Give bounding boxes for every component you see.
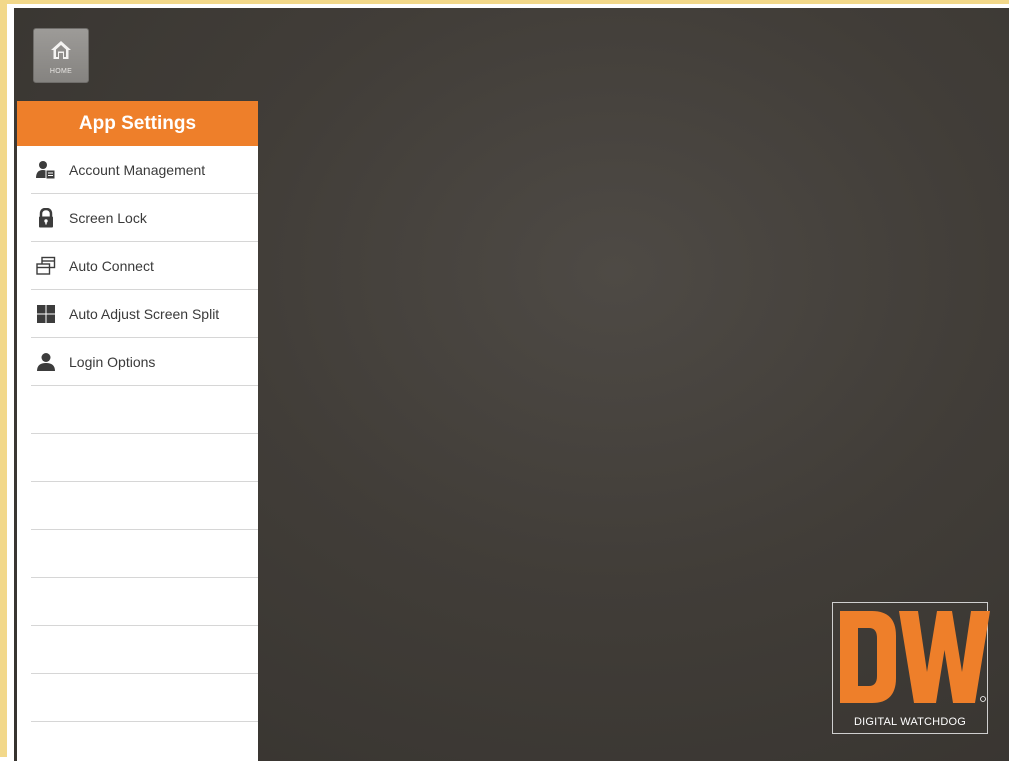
menu-item-label: Login Options bbox=[69, 354, 156, 370]
panel-title: App Settings bbox=[17, 101, 258, 146]
auto-connect-icon bbox=[36, 256, 56, 275]
empty-row bbox=[31, 482, 258, 530]
settings-menu: Account Management Screen Lock Auto Conn… bbox=[17, 146, 258, 386]
app-settings-panel: App Settings Account Management Screen L… bbox=[17, 101, 258, 761]
menu-item-login-options[interactable]: Login Options bbox=[31, 338, 258, 386]
logo-text: DIGITAL WATCHDOG bbox=[854, 716, 966, 728]
lock-icon bbox=[39, 208, 53, 228]
empty-row bbox=[31, 530, 258, 578]
home-button[interactable]: HOME bbox=[33, 28, 89, 83]
menu-item-account-management[interactable]: Account Management bbox=[31, 146, 258, 194]
menu-item-auto-adjust-screen-split[interactable]: Auto Adjust Screen Split bbox=[31, 290, 258, 338]
home-icon bbox=[51, 41, 71, 59]
menu-item-label: Screen Lock bbox=[69, 210, 147, 226]
screen-split-icon bbox=[37, 305, 55, 323]
empty-row bbox=[31, 674, 258, 722]
app-frame: HOME App Settings Account Management Scr… bbox=[0, 0, 1009, 761]
empty-row bbox=[31, 626, 258, 674]
empty-row bbox=[31, 434, 258, 482]
empty-row bbox=[31, 578, 258, 626]
menu-item-label: Account Management bbox=[69, 162, 206, 178]
empty-row bbox=[31, 386, 258, 434]
menu-item-label: Auto Connect bbox=[69, 258, 154, 274]
menu-item-label: Auto Adjust Screen Split bbox=[69, 306, 220, 322]
menu-item-screen-lock[interactable]: Screen Lock bbox=[31, 194, 258, 242]
digital-watchdog-logo: DIGITAL WATCHDOG bbox=[832, 602, 990, 734]
main-content-area: HOME App Settings Account Management Scr… bbox=[14, 8, 1009, 761]
dw-logo-mark bbox=[840, 611, 990, 703]
home-label: HOME bbox=[49, 68, 73, 75]
account-management-icon bbox=[36, 161, 56, 180]
menu-item-auto-connect[interactable]: Auto Connect bbox=[31, 242, 258, 290]
user-icon bbox=[37, 353, 55, 371]
